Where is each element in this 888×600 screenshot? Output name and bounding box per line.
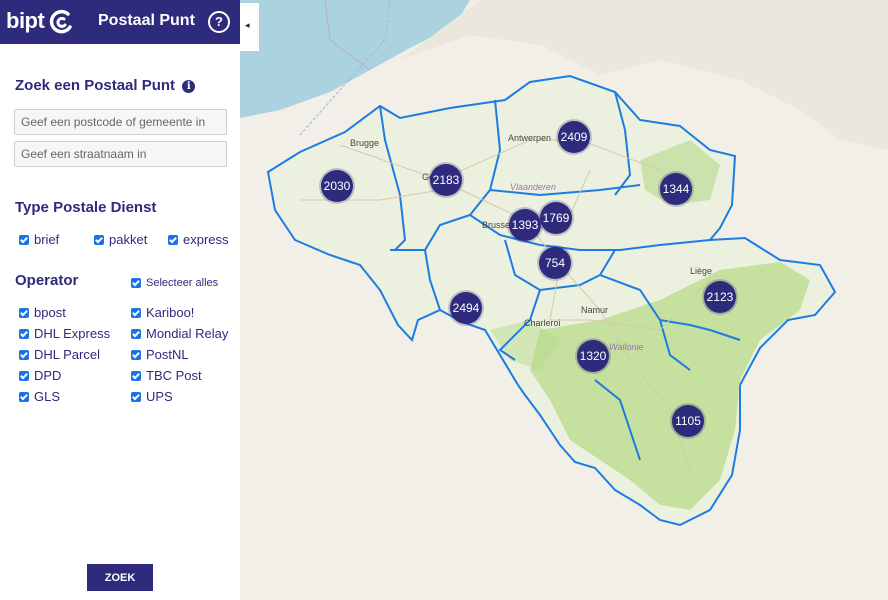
chevron-left-icon: ◂	[245, 20, 250, 30]
checkbox-checked-icon	[131, 278, 141, 288]
cluster-marker[interactable]: 2494	[450, 292, 482, 324]
checkbox-checked-icon	[131, 370, 141, 381]
checkbox-checked-icon	[131, 391, 141, 402]
search-button[interactable]: ZOEK	[87, 564, 153, 591]
checkbox-checked-icon	[131, 349, 141, 360]
cluster-marker[interactable]: 1320	[577, 340, 609, 372]
checkbox-pakket[interactable]: pakket	[94, 232, 147, 247]
city-label: Charleroi	[524, 318, 561, 328]
checkbox-operator[interactable]: bpost	[19, 305, 66, 320]
sidebar: bipt Postaal Punt ? Zoek een Postaal Pun…	[0, 0, 240, 600]
cluster-marker[interactable]: 1769	[540, 202, 572, 234]
checkbox-select-all[interactable]: Selecteer alles	[131, 277, 218, 289]
city-label: Namur	[581, 305, 609, 315]
cluster-marker[interactable]: 2123	[704, 281, 736, 313]
logo-mark-icon	[49, 9, 72, 34]
cluster-marker[interactable]: 754	[539, 247, 571, 279]
collapse-sidebar-button[interactable]: ◂	[240, 3, 259, 51]
checkbox-checked-icon	[19, 370, 29, 381]
checkbox-operator[interactable]: DHL Parcel	[19, 347, 100, 362]
checkbox-checked-icon	[19, 391, 29, 402]
logo: bipt	[6, 8, 45, 33]
map[interactable]: Brugge Gent Antwerpen Brussel Vlaanderen…	[240, 0, 888, 600]
cluster-marker[interactable]: 1344	[660, 173, 692, 205]
checkbox-operator[interactable]: DPD	[19, 368, 61, 383]
checkbox-operator[interactable]: DHL Express	[19, 326, 110, 341]
search-title-text: Zoek een Postaal Punt	[15, 77, 176, 94]
checkbox-operator[interactable]: TBC Post	[131, 368, 202, 383]
city-label: Antwerpen	[508, 133, 552, 143]
checkbox-brief[interactable]: brief	[19, 232, 59, 247]
help-button[interactable]: ?	[208, 11, 230, 33]
checkbox-express[interactable]: express	[168, 232, 229, 247]
checkbox-checked-icon	[19, 307, 29, 318]
postcode-input[interactable]	[14, 109, 227, 135]
street-input[interactable]	[14, 141, 227, 167]
checkbox-operator[interactable]: GLS	[19, 389, 60, 404]
cluster-marker[interactable]: 2409	[558, 121, 590, 153]
region-label: Vlaanderen	[510, 182, 557, 192]
cluster-marker[interactable]: 1105	[672, 405, 704, 437]
checkbox-checked-icon	[19, 349, 29, 360]
info-icon[interactable]: i	[182, 80, 196, 93]
city-label: Brugge	[350, 138, 380, 148]
cluster-marker[interactable]: 2183	[430, 164, 462, 196]
checkbox-checked-icon	[19, 234, 29, 245]
cluster-marker[interactable]: 1393	[509, 209, 541, 241]
header-bar: bipt Postaal Punt ?	[0, 0, 240, 44]
city-label: Brussel	[482, 220, 513, 230]
map-canvas[interactable]	[240, 0, 888, 600]
service-type-title: Type Postale Dienst	[15, 199, 157, 216]
checkbox-operator[interactable]: PostNL	[131, 347, 189, 362]
city-label: Liège	[690, 266, 713, 276]
cluster-marker[interactable]: 2030	[321, 170, 353, 202]
checkbox-checked-icon	[131, 307, 141, 318]
region-label: Wallonie	[609, 342, 644, 352]
app-title: Postaal Punt	[98, 12, 195, 29]
checkbox-checked-icon	[131, 328, 141, 339]
checkbox-checked-icon	[19, 328, 29, 339]
operator-title: Operator	[15, 272, 79, 289]
checkbox-operator[interactable]: UPS	[131, 389, 173, 404]
checkbox-operator[interactable]: Mondial Relay	[131, 326, 228, 341]
checkbox-operator[interactable]: Kariboo!	[131, 305, 194, 320]
checkbox-checked-icon	[94, 234, 104, 245]
checkbox-checked-icon	[168, 234, 178, 245]
search-title: Zoek een Postaal Punt i	[15, 77, 196, 94]
